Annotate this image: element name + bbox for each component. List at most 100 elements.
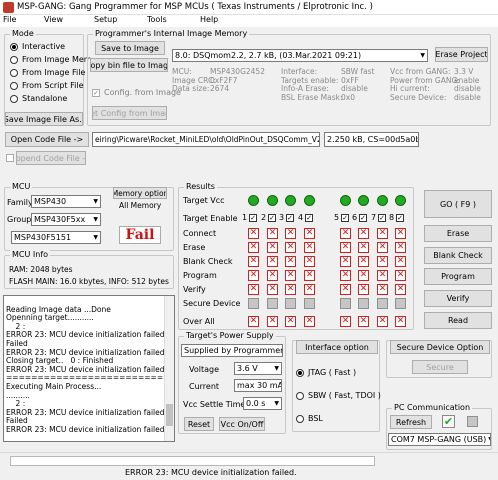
checkbox-icon[interactable]: ✓: [341, 213, 350, 222]
menu-file[interactable]: File: [3, 15, 16, 24]
config-from-image-checkbox[interactable]: ✓ Config. from Image: [92, 88, 181, 97]
open-code-file-button[interactable]: Open Code File ->: [5, 132, 89, 147]
target-enable-1[interactable]: 1 ✓: [242, 213, 258, 222]
verify-fail-icon: ✕: [358, 284, 369, 295]
interface-option-button[interactable]: Interface option: [296, 340, 378, 354]
program-fail-icon: ✕: [267, 270, 278, 281]
secure-status-icon: [358, 298, 369, 309]
log-scrollbar[interactable]: [164, 296, 174, 441]
chevron-down-icon: ▼: [420, 52, 425, 59]
radio-icon[interactable]: [10, 81, 18, 90]
scroll-thumb[interactable]: [166, 404, 173, 426]
blank-check-fail-icon: ✕: [377, 256, 388, 267]
checkbox-icon[interactable]: ✓: [359, 213, 368, 222]
target-enable-4[interactable]: 4 ✓: [298, 213, 314, 222]
program-button[interactable]: Program: [424, 268, 492, 285]
target-enable-7[interactable]: 7 ✓: [371, 213, 387, 222]
erase-button[interactable]: Erase: [424, 225, 492, 242]
checkbox-icon[interactable]: ✓: [378, 213, 387, 222]
get-config-button[interactable]: Get Config from Image: [92, 106, 167, 120]
blank-check-button[interactable]: Blank Check: [424, 247, 492, 264]
refresh-button[interactable]: Refresh: [390, 415, 432, 429]
secure-device-group: Secure Device Option Secure: [386, 340, 492, 378]
image-info-col1: MCU: MSP430G2452 Image CRC: 0xF2F7 Data si…: [172, 67, 265, 94]
info-value: 0x0: [341, 92, 355, 102]
settle-time-select[interactable]: 0.0 s ▼: [243, 397, 282, 410]
vcc-status-dot: [304, 195, 315, 206]
read-button[interactable]: Read: [424, 312, 492, 329]
status-message: ERROR 23: MCU device initialization fail…: [125, 468, 297, 477]
group-select[interactable]: MSP430F5xx ▼: [31, 213, 101, 226]
checkbox-icon[interactable]: ✓: [396, 213, 405, 222]
checkbox-icon[interactable]: ✓: [249, 213, 258, 222]
mode-image-file[interactable]: From Image File: [10, 68, 85, 77]
append-code-file-button[interactable]: Append Code File ->: [16, 151, 86, 165]
secure-device-option-button[interactable]: Secure Device Option: [390, 340, 490, 354]
secure-status-icon: [340, 298, 351, 309]
interface-jtag[interactable]: JTAG ( Fast ): [296, 368, 356, 377]
verify-button[interactable]: Verify: [424, 290, 492, 307]
erase-fail-icon: ✕: [267, 242, 278, 253]
voltage-select[interactable]: 3.6 V ▼: [234, 362, 282, 375]
target-number: 6: [352, 213, 358, 222]
radio-icon[interactable]: [10, 55, 18, 64]
checkbox-icon[interactable]: ✓: [286, 213, 295, 222]
target-enable-8[interactable]: 8 ✓: [389, 213, 405, 222]
vcc-on-off-button[interactable]: Vcc On/Off: [219, 417, 265, 431]
save-to-image-button[interactable]: Save to Image: [95, 41, 165, 55]
mode-standalone[interactable]: Standalone: [10, 94, 67, 103]
reset-button[interactable]: Reset: [184, 417, 214, 431]
pc-communication-title: PC Communication: [392, 403, 473, 412]
secure-button[interactable]: Secure: [412, 360, 468, 374]
log-line: ERROR 23: MCU device initialization fail…: [6, 407, 167, 417]
menu-tools[interactable]: Tools: [147, 15, 167, 24]
target-number: 8: [389, 213, 395, 222]
append-code-checkbox[interactable]: [6, 154, 14, 162]
verify-fail-icon: ✕: [340, 284, 351, 295]
memory-option-button[interactable]: Memory option: [113, 187, 167, 199]
radio-icon[interactable]: [296, 368, 304, 377]
ram-info: RAM: 2048 bytes: [9, 265, 73, 274]
target-enable-5[interactable]: 5 ✓: [334, 213, 350, 222]
radio-icon[interactable]: [10, 68, 18, 77]
interface-bsl[interactable]: BSL: [296, 414, 323, 423]
radio-icon[interactable]: [10, 94, 18, 103]
mode-interactive[interactable]: Interactive: [10, 42, 65, 51]
menu-setup[interactable]: Setup: [94, 15, 117, 24]
power-source-select[interactable]: Supplied by Programmer▼: [181, 344, 283, 357]
checkbox-label: Config. from Image: [104, 88, 181, 97]
target-enable-6[interactable]: 6 ✓: [352, 213, 368, 222]
radio-icon[interactable]: [296, 414, 304, 423]
checkbox-icon[interactable]: ✓: [92, 88, 100, 97]
radio-icon[interactable]: [10, 42, 18, 51]
interface-sbw[interactable]: SBW ( Fast, TDOI ): [296, 391, 381, 400]
copy-bin-button[interactable]: Copy bin file to Image: [90, 58, 168, 72]
menu-view[interactable]: View: [44, 15, 63, 24]
mode-script-file[interactable]: From Script File: [10, 81, 84, 90]
code-file-path[interactable]: eiring\Picware\Rocket_MiniLED\old\OldPin…: [92, 132, 320, 147]
menu-help[interactable]: Help: [200, 15, 218, 24]
target-enable-3[interactable]: 3 ✓: [279, 213, 295, 222]
checkbox-icon[interactable]: ✓: [305, 213, 314, 222]
info-key: BSL Erase Mask:: [281, 92, 343, 102]
results-title: Results: [184, 182, 217, 191]
device-select[interactable]: MSP430F5151 ▼: [11, 231, 101, 244]
progress-bar: [10, 456, 375, 466]
save-image-file-button[interactable]: Save Image File As..: [5, 112, 83, 126]
port-select[interactable]: COM7 MSP-GANG (USB)▼: [388, 433, 491, 446]
mode-image-mem[interactable]: From Image Mem.: [10, 55, 94, 64]
code-file-info: 2.250 kB, CS=00d5a0b7: [324, 132, 419, 147]
power-source-value: Supplied by Programmer: [184, 346, 283, 355]
target-enable-2[interactable]: 2 ✓: [261, 213, 277, 222]
current-select[interactable]: max 30 mA▼: [234, 379, 282, 392]
secure-status-icon: [248, 298, 259, 309]
mode-label: From Script File: [22, 81, 84, 90]
radio-icon[interactable]: [296, 391, 304, 400]
erase-project-button[interactable]: Erase Project: [435, 47, 488, 62]
image-select[interactable]: 8.0: DSQmom2.2, 2.7 kB, (03.Mar.2021 09:…: [172, 49, 428, 62]
go-button[interactable]: GO ( F9 ): [424, 190, 492, 218]
family-select[interactable]: MSP430 ▼: [31, 195, 101, 208]
vcc-status-dot: [358, 195, 369, 206]
checkbox-icon[interactable]: ✓: [268, 213, 277, 222]
secure-status-icon: [267, 298, 278, 309]
